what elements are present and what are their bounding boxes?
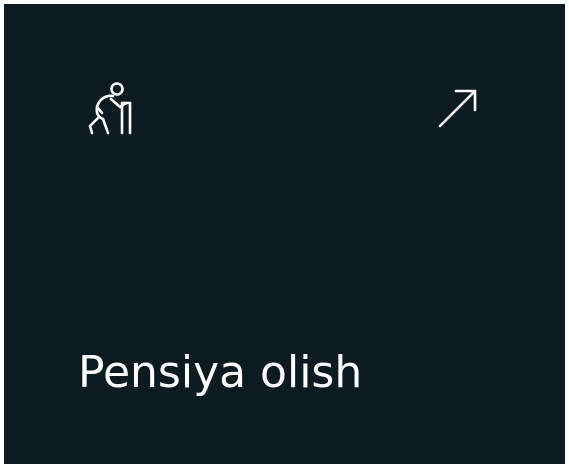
arrow-up-right-icon[interactable] <box>436 86 480 130</box>
pension-service-card[interactable]: Pensiya olish <box>4 4 565 464</box>
card-title: Pensiya olish <box>78 347 363 398</box>
elderly-person-icon <box>82 79 134 137</box>
